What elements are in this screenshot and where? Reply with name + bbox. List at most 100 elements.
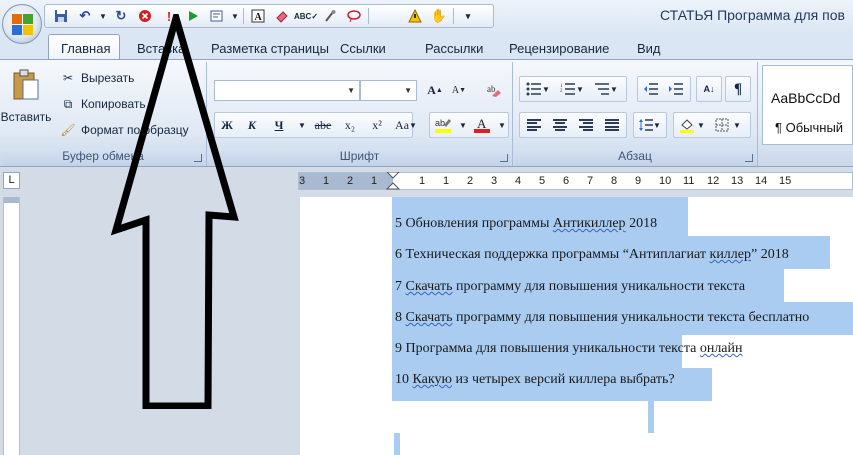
eraser-icon[interactable] bbox=[272, 6, 292, 26]
tab-review[interactable]: Рецензирование bbox=[509, 38, 609, 60]
scissors-icon: ✂ bbox=[62, 71, 74, 85]
tab-insert[interactable]: Вставка bbox=[137, 38, 185, 60]
format-painter-button[interactable]: 🖌 Формат по образцу bbox=[60, 122, 189, 138]
font-group: ▼ ▼ A ▲ A ▼ ab Ж К Ч ▼ abe x₂ x² Aa ▼ ab ▼ … bbox=[207, 62, 513, 166]
separator bbox=[368, 8, 369, 24]
align-left-icon[interactable] bbox=[523, 114, 545, 136]
spelling-icon[interactable]: ABC✓ bbox=[294, 6, 318, 26]
format-painter-label: Формат по образцу bbox=[81, 123, 189, 137]
quick-access-toolbar: ↶ ▼ ↻ ! ▼ A ABC✓ ✋ ▾ bbox=[44, 4, 494, 28]
ruler-label: 3 bbox=[491, 175, 498, 187]
ruler-label: 2 bbox=[467, 175, 474, 187]
paragraph-group-title: Абзац bbox=[618, 149, 652, 163]
chevron-down-icon[interactable]: ▼ bbox=[609, 78, 619, 100]
paste-icon bbox=[13, 69, 39, 100]
tab-mailings[interactable]: Рассылки bbox=[425, 38, 483, 60]
clear-formatting-icon[interactable]: ab bbox=[483, 79, 505, 101]
warning-icon[interactable] bbox=[405, 6, 425, 26]
font-name-combo[interactable]: ▼ bbox=[214, 80, 360, 101]
office-button[interactable] bbox=[2, 4, 42, 44]
title-bar: ↶ ▼ ↻ ! ▼ A ABC✓ ✋ ▾ СТАТЬЯ Программа дл… bbox=[0, 0, 853, 32]
document-page[interactable]: 5 Обновления программы Антикиллер 2018 6… bbox=[300, 197, 853, 455]
paste-button[interactable]: Вставить bbox=[1, 68, 51, 124]
subscript-button[interactable]: x₂ bbox=[339, 114, 361, 136]
dialog-launcher-icon[interactable] bbox=[745, 154, 753, 162]
chevron-down-icon[interactable]: ▼ bbox=[575, 78, 585, 100]
bold-button[interactable]: Ж bbox=[216, 114, 238, 136]
ruler-bar: L 3 1 2 1 1 1 2 3 4 5 6 7 8 9 10 11 12 1… bbox=[0, 167, 853, 197]
decrease-indent-icon[interactable] bbox=[640, 78, 662, 100]
document-map-icon[interactable] bbox=[207, 6, 227, 26]
copy-icon: ⧉ bbox=[63, 97, 73, 111]
chevron-down-icon[interactable]: ▼ bbox=[731, 114, 743, 136]
increase-indent-icon[interactable] bbox=[665, 78, 687, 100]
highlight-color-button[interactable]: ab bbox=[432, 114, 454, 136]
sort-icon[interactable]: A↓ bbox=[698, 78, 720, 100]
clipboard-group: Вставить ✂ Вырезать ⧉ Копировать 🖌 Формат п… bbox=[0, 62, 207, 166]
ruler-label: 8 bbox=[611, 175, 618, 187]
indent-marker-icon[interactable] bbox=[386, 172, 400, 190]
ruler-label: 4 bbox=[515, 175, 522, 187]
ruler-label: 2 bbox=[347, 175, 354, 187]
borders-icon[interactable] bbox=[711, 114, 733, 136]
tab-references[interactable]: Ссылки bbox=[340, 38, 386, 60]
ruler-label: 1 bbox=[443, 175, 450, 187]
font-color-button[interactable]: A bbox=[471, 114, 493, 136]
ruler-label: 1 bbox=[419, 175, 426, 187]
change-case-button[interactable]: Aa ▼ bbox=[393, 114, 419, 136]
strikethrough-button[interactable]: abe bbox=[310, 114, 336, 136]
grow-font-label: A bbox=[427, 82, 436, 97]
exclamation-icon[interactable]: ! bbox=[159, 6, 179, 26]
show-marks-button[interactable]: ¶ bbox=[727, 78, 749, 100]
selection-highlight bbox=[648, 401, 654, 433]
svg-text:A: A bbox=[255, 12, 263, 23]
selection-highlight bbox=[394, 433, 400, 455]
chevron-down-icon[interactable]: ▼ bbox=[491, 114, 513, 136]
link-icon[interactable] bbox=[344, 6, 364, 26]
chevron-down-icon[interactable]: ▼ bbox=[231, 6, 239, 26]
document-line: 10 Какую из четырех версий киллера выбра… bbox=[395, 372, 675, 387]
ribbon-tabs: Главная Вставка Разметка страницы Ссылки… bbox=[0, 32, 853, 61]
change-case-label: Aa bbox=[395, 117, 410, 132]
align-center-icon[interactable] bbox=[549, 114, 571, 136]
font-size-combo[interactable]: ▼ bbox=[360, 80, 417, 101]
justify-icon[interactable] bbox=[601, 114, 623, 136]
customize-icon[interactable]: ▾ bbox=[458, 6, 478, 26]
style-normal[interactable]: AaBbCcDd ¶ Обычный bbox=[762, 65, 853, 145]
text-box-icon[interactable]: A bbox=[248, 6, 268, 26]
ruler-label: 10 bbox=[659, 175, 672, 187]
vertical-ruler[interactable] bbox=[3, 197, 20, 455]
macro-icon[interactable] bbox=[320, 6, 340, 26]
hand-icon[interactable]: ✋ bbox=[429, 6, 449, 26]
horizontal-ruler[interactable]: 3 1 2 1 1 1 2 3 4 5 6 7 8 9 10 11 12 13 … bbox=[298, 172, 853, 190]
grow-font-button[interactable]: A ▲ bbox=[424, 79, 446, 101]
chevron-down-icon[interactable]: ▼ bbox=[695, 114, 707, 136]
document-line: 5 Обновления программы Антикиллер 2018 bbox=[395, 216, 658, 231]
italic-button[interactable]: К bbox=[241, 114, 263, 136]
dialog-launcher-icon[interactable] bbox=[194, 154, 202, 162]
run-icon[interactable] bbox=[183, 6, 203, 26]
document-line: 6 Техническая поддержка программы “Антип… bbox=[395, 247, 789, 262]
chevron-down-icon[interactable]: ▼ bbox=[541, 78, 551, 100]
paste-label: Вставить bbox=[0, 110, 52, 124]
superscript-button[interactable]: x² bbox=[366, 114, 388, 136]
svg-text:ab: ab bbox=[487, 84, 496, 94]
copy-button[interactable]: ⧉ Копировать bbox=[60, 96, 146, 112]
brush-icon: 🖌 bbox=[60, 123, 76, 137]
shrink-font-button[interactable]: A ▼ bbox=[448, 79, 470, 101]
cut-button[interactable]: ✂ Вырезать bbox=[60, 70, 134, 86]
undo-icon[interactable]: ↶ bbox=[75, 6, 95, 26]
dialog-launcher-icon[interactable] bbox=[500, 154, 508, 162]
tab-page-layout[interactable]: Разметка страницы bbox=[211, 38, 329, 60]
stop-icon[interactable] bbox=[135, 6, 155, 26]
chevron-down-icon[interactable]: ▼ bbox=[651, 114, 663, 136]
tab-view[interactable]: Вид bbox=[637, 38, 661, 60]
redo-icon[interactable]: ↻ bbox=[111, 6, 131, 26]
tab-selector[interactable]: L bbox=[3, 172, 20, 189]
save-icon[interactable] bbox=[51, 6, 71, 26]
ruler-label: 13 bbox=[731, 175, 744, 187]
underline-button[interactable]: Ч bbox=[268, 114, 290, 136]
align-right-icon[interactable] bbox=[575, 114, 597, 136]
tab-home[interactable]: Главная bbox=[48, 34, 120, 61]
chevron-down-icon[interactable]: ▼ bbox=[99, 6, 107, 26]
